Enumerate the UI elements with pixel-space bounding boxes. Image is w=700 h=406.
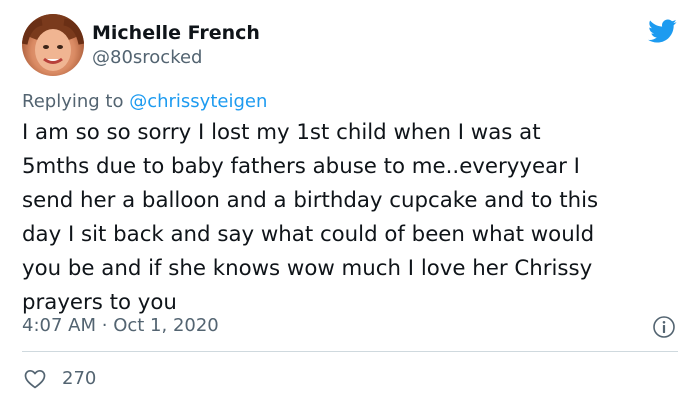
tweet-line: I am so so sorry I lost my 1st child whe… xyxy=(22,120,541,145)
twitter-bird-icon[interactable] xyxy=(645,16,679,46)
tweet-line: you be and if she knows wow much I love … xyxy=(22,256,593,281)
like-count: 270 xyxy=(62,368,97,389)
avatar[interactable] xyxy=(22,14,84,76)
user-handle[interactable]: @80srocked xyxy=(92,47,202,69)
like-button[interactable]: 270 xyxy=(22,366,96,392)
tweet-line: day I sit back and say what could of bee… xyxy=(22,222,595,247)
display-name[interactable]: Michelle French xyxy=(92,22,260,44)
meta-separator: · xyxy=(101,315,108,336)
tweet-timestamp[interactable]: 4:07 AM · Oct 1, 2020 xyxy=(22,314,219,338)
tweet-line: send her a balloon and a birthday cupcak… xyxy=(22,188,599,213)
tweet-text: I am so so sorry I lost my 1st child whe… xyxy=(22,116,682,320)
tweet-time: 4:07 AM xyxy=(22,315,96,336)
reply-to-link[interactable]: @chrissyteigen xyxy=(129,91,267,112)
divider xyxy=(22,351,678,352)
reply-prefix: Replying to xyxy=(22,91,124,112)
tweet-card: Michelle French @80srocked Replying to @… xyxy=(0,0,700,406)
tweet-line: 5mths due to baby fathers abuse to me..e… xyxy=(22,154,580,179)
reply-context: Replying to @chrissyteigen xyxy=(22,90,267,114)
heart-icon xyxy=(24,369,46,389)
info-icon[interactable] xyxy=(652,315,676,339)
tweet-date: Oct 1, 2020 xyxy=(113,315,219,336)
